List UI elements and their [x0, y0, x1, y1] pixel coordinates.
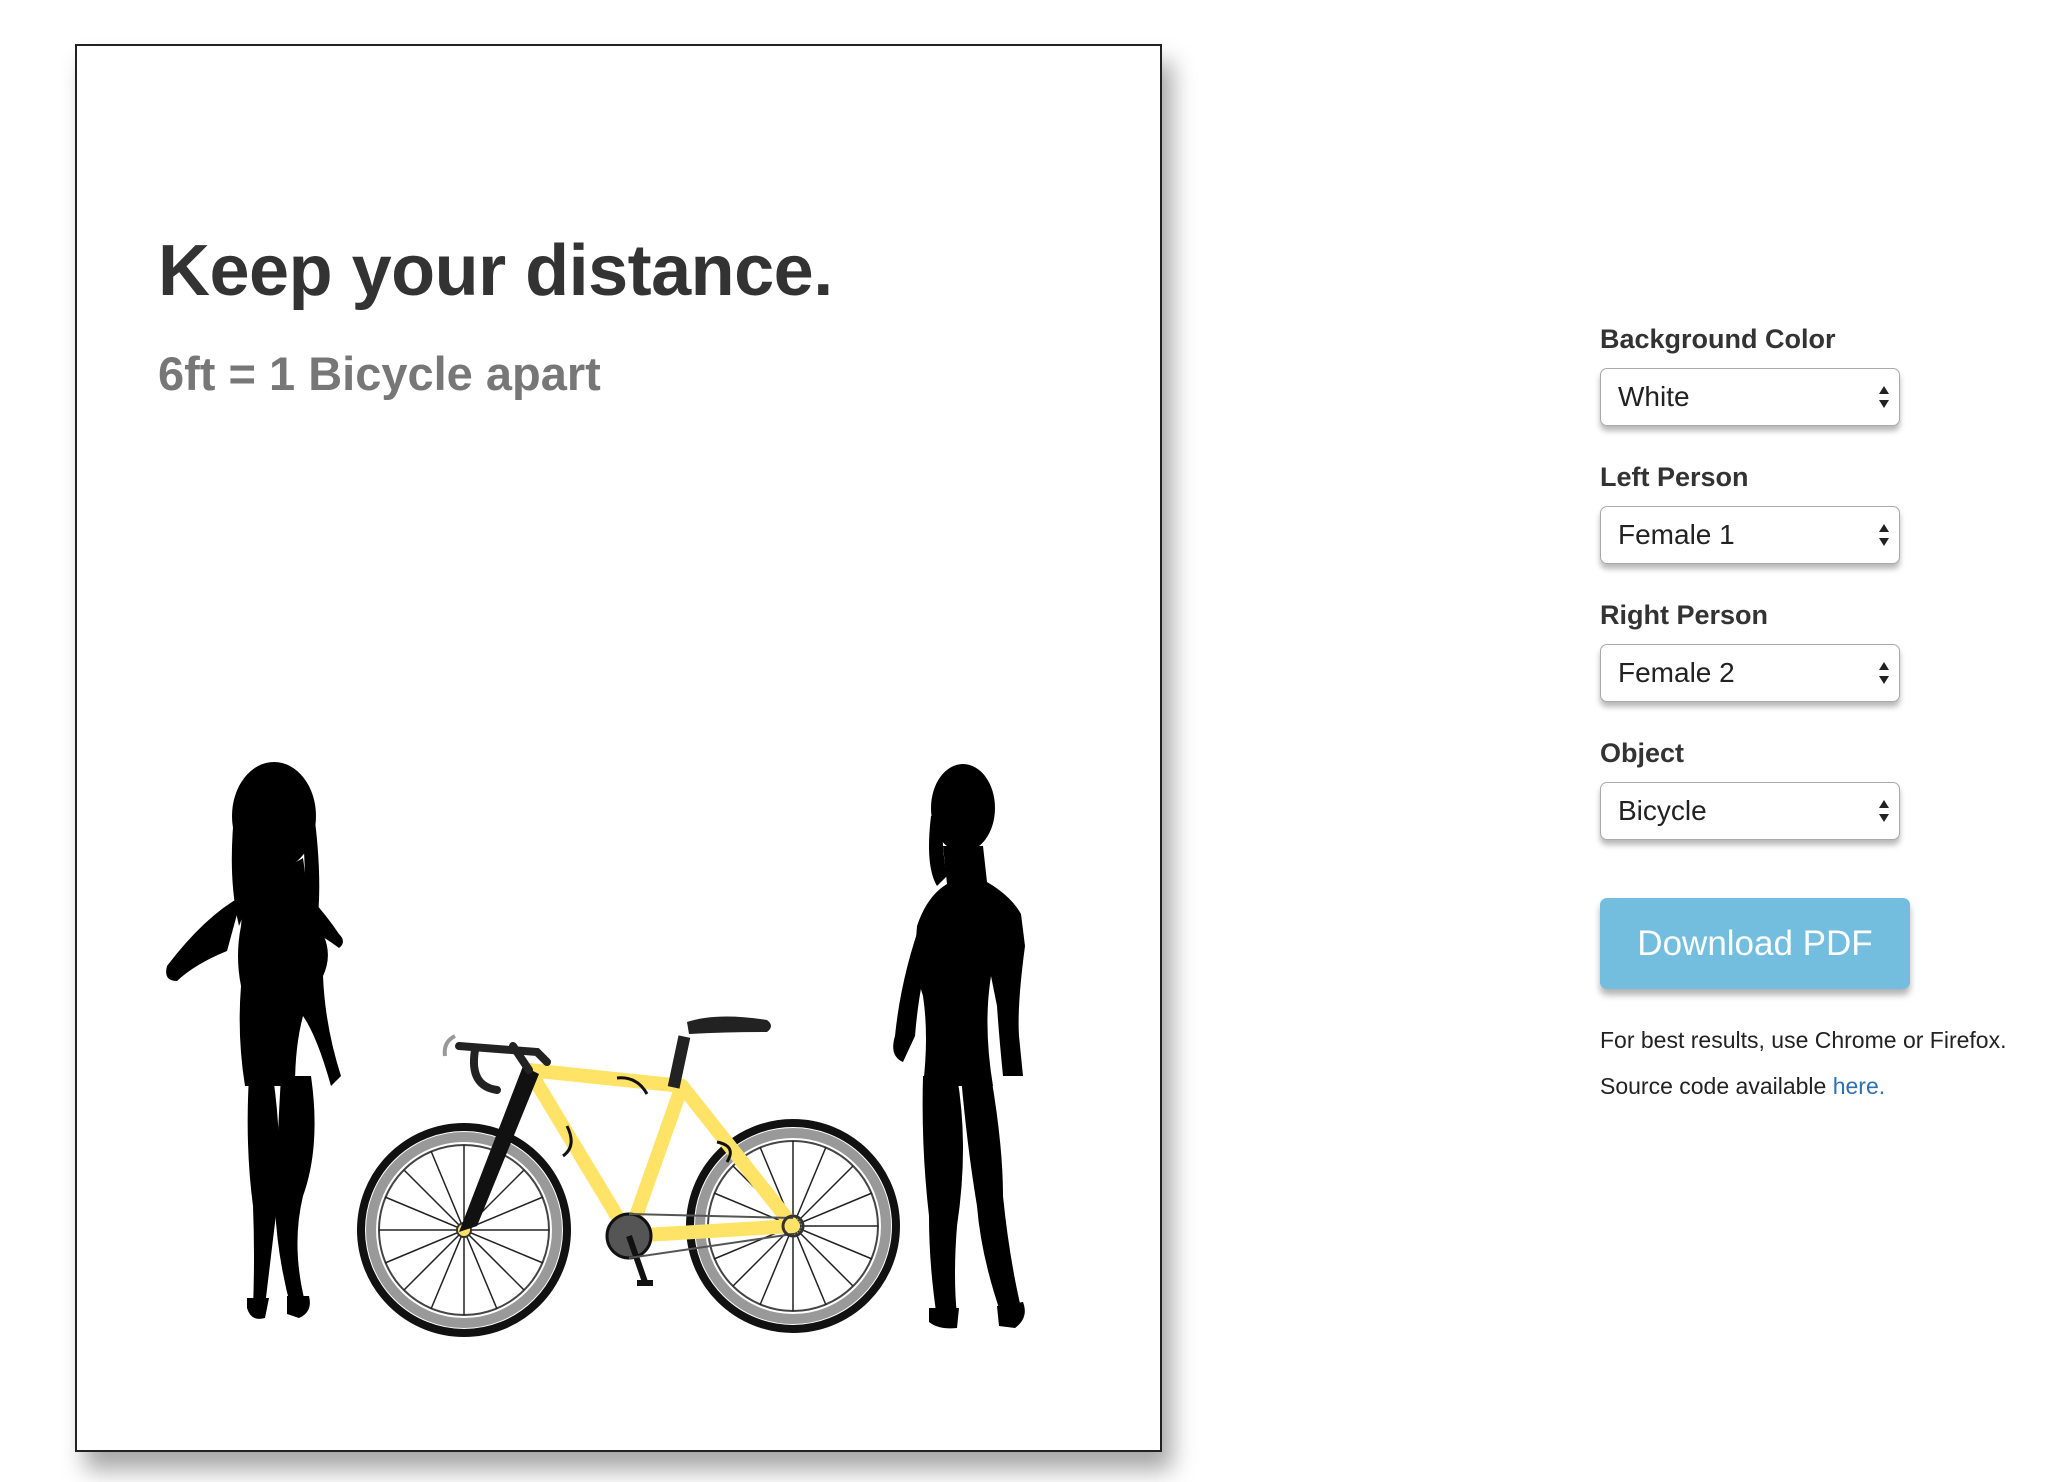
right-person-icon [893, 764, 1025, 1329]
poster-illustration [166, 762, 1025, 1337]
object-select[interactable]: Bicycle [1600, 782, 1900, 840]
source-note-text: Source code available [1600, 1073, 1833, 1099]
background-color-label: Background Color [1600, 324, 1836, 354]
background-color-value: White [1618, 381, 1690, 412]
left-person-icon [166, 762, 343, 1319]
source-code-link[interactable]: here. [1833, 1073, 1885, 1099]
left-person-label: Left Person [1600, 462, 1749, 492]
right-person-label: Right Person [1600, 600, 1769, 630]
left-person-select[interactable]: Female 1 [1600, 506, 1900, 564]
background-color-select[interactable]: White [1600, 368, 1900, 426]
download-pdf-button[interactable]: Download PDF [1600, 898, 1910, 989]
right-person-select[interactable]: Female 2 [1600, 644, 1900, 702]
controls-panel: Background Color White Left Person Femal… [1600, 322, 2040, 1101]
source-note: Source code available here. [1600, 1071, 2040, 1101]
right-person-value: Female 2 [1618, 657, 1735, 688]
select-arrows-icon [1879, 662, 1889, 684]
left-person-value: Female 1 [1618, 519, 1735, 550]
page: Keep your distance. 6ft = 1 Bicycle apar… [0, 0, 2070, 1482]
object-value: Bicycle [1618, 795, 1707, 826]
select-arrows-icon [1879, 386, 1889, 408]
poster-preview: Keep your distance. 6ft = 1 Bicycle apar… [75, 44, 1162, 1452]
bicycle-icon [357, 1016, 900, 1337]
object-label: Object [1600, 738, 1685, 768]
select-arrows-icon [1879, 800, 1889, 822]
select-arrows-icon [1879, 524, 1889, 546]
browser-note: For best results, use Chrome or Firefox. [1600, 1027, 2007, 1053]
